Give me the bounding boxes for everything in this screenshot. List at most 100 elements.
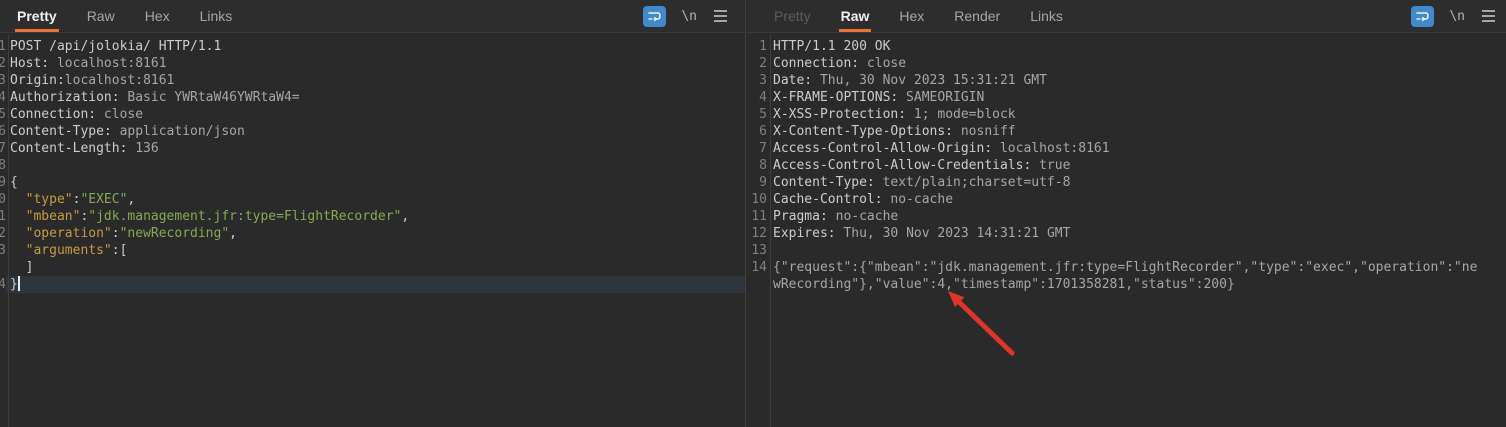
token: Basic YWRtaW46YWRtaW4= [120, 90, 300, 105]
token [10, 209, 26, 224]
code-line: 3Date: Thu, 30 Nov 2023 15:31:21 GMT [747, 72, 1506, 89]
tab-hex[interactable]: Hex [143, 0, 172, 32]
line-number: 5 [747, 106, 767, 123]
line-text[interactable]: } [6, 276, 745, 293]
line-text[interactable]: "arguments":[ [6, 242, 745, 259]
line-text[interactable]: Content-Type: application/json [6, 123, 745, 140]
menu-icon[interactable] [1480, 8, 1497, 24]
token: "jdk.management.jfr:type=FlightRecorder" [88, 209, 401, 224]
text-caret [18, 276, 20, 291]
line-text[interactable]: "type":"EXEC", [6, 191, 745, 208]
code-line[interactable]: ] [0, 259, 745, 276]
line-text: Date: Thu, 30 Nov 2023 15:31:21 GMT [767, 72, 1506, 89]
code-line: 9Content-Type: text/plain;charset=utf-8 [747, 174, 1506, 191]
line-number: 9 [747, 174, 767, 191]
code-line: 6X-Content-Type-Options: nosniff [747, 123, 1506, 140]
code-line[interactable]: 7Content-Length: 136 [0, 140, 745, 157]
code-line[interactable]: 14} [0, 276, 745, 293]
line-text: Pragma: no-cache [767, 208, 1506, 225]
line-text: Content-Type: text/plain;charset=utf-8 [767, 174, 1506, 191]
line-text[interactable]: Authorization: Basic YWRtaW46YWRtaW4= [6, 89, 745, 106]
line-text[interactable]: Origin:localhost:8161 [6, 72, 745, 89]
line-text: HTTP/1.1 200 OK [767, 38, 1506, 55]
tab-links[interactable]: Links [1028, 0, 1065, 32]
token: :[ [112, 243, 128, 258]
line-text: Expires: Thu, 30 Nov 2023 14:31:21 GMT [767, 225, 1506, 242]
response-editor[interactable]: 1HTTP/1.1 200 OK2Connection: close3Date:… [747, 34, 1506, 427]
code-line[interactable]: 11 "mbean":"jdk.management.jfr:type=Flig… [0, 208, 745, 225]
token: X-XSS-Protection: [773, 107, 906, 122]
request-panel: Pretty Raw Hex Links \n 1POST /api/jolokia/… [0, 0, 746, 427]
token: POST /api/jolokia/ HTTP/1.1 [10, 39, 221, 54]
code-line[interactable]: 12 "operation":"newRecording", [0, 225, 745, 242]
token: Content-Type: [773, 175, 875, 190]
response-editor-toolbar: \n [1411, 0, 1497, 32]
line-number: 8 [747, 157, 767, 174]
token: localhost:8161 [65, 73, 175, 88]
token: Content-Type: [10, 124, 112, 139]
line-text[interactable]: ] [6, 259, 745, 276]
tab-pretty[interactable]: Pretty [15, 0, 59, 32]
code-line: 12Expires: Thu, 30 Nov 2023 14:31:21 GMT [747, 225, 1506, 242]
word-wrap-toggle-button[interactable] [1411, 6, 1434, 27]
code-line: 7Access-Control-Allow-Origin: localhost:… [747, 140, 1506, 157]
token: nosniff [953, 124, 1016, 139]
newline-toggle[interactable]: \n [681, 9, 697, 24]
line-text[interactable]: Content-Length: 136 [6, 140, 745, 157]
tab-links[interactable]: Links [198, 0, 235, 32]
line-text[interactable]: "mbean":"jdk.management.jfr:type=FlightR… [6, 208, 745, 225]
word-wrap-icon [647, 10, 662, 23]
request-editor[interactable]: 1POST /api/jolokia/ HTTP/1.12Host: local… [0, 34, 745, 427]
code-line[interactable]: 13 "arguments":[ [0, 242, 745, 259]
token: Date: [773, 73, 812, 88]
line-number: 1 [747, 38, 767, 55]
code-line[interactable]: 1POST /api/jolokia/ HTTP/1.1 [0, 38, 745, 55]
line-text: X-FRAME-OPTIONS: SAMEORIGIN [767, 89, 1506, 106]
line-number: 13 [747, 242, 767, 259]
code-line[interactable]: 3Origin:localhost:8161 [0, 72, 745, 89]
line-text[interactable]: "operation":"newRecording", [6, 225, 745, 242]
code-line: 10Cache-Control: no-cache [747, 191, 1506, 208]
token: {"request":{"mbean":"jdk.management.jfr:… [773, 260, 1477, 292]
line-number: 10 [747, 191, 767, 208]
line-text[interactable]: Connection: close [6, 106, 745, 123]
word-wrap-toggle-button[interactable] [643, 6, 666, 27]
line-number: 11 [747, 208, 767, 225]
token: Pragma: [773, 209, 828, 224]
code-line[interactable]: 9{ [0, 174, 745, 191]
code-line[interactable]: 4Authorization: Basic YWRtaW46YWRtaW4= [0, 89, 745, 106]
token: Connection: [10, 107, 96, 122]
token: "mbean" [26, 209, 81, 224]
code-line[interactable]: 2Host: localhost:8161 [0, 55, 745, 72]
token: no-cache [828, 209, 898, 224]
tab-raw[interactable]: Raw [85, 0, 117, 32]
code-line[interactable]: 8 [0, 157, 745, 174]
tab-raw[interactable]: Raw [839, 0, 872, 32]
code-line[interactable]: 6Content-Type: application/json [0, 123, 745, 140]
line-number: 6 [747, 123, 767, 140]
code-line: 1HTTP/1.1 200 OK [747, 38, 1506, 55]
menu-icon[interactable] [712, 8, 729, 24]
line-text[interactable]: POST /api/jolokia/ HTTP/1.1 [6, 38, 745, 55]
code-line[interactable]: 10 "type":"EXEC", [0, 191, 745, 208]
line-text: Connection: close [767, 55, 1506, 72]
token: 1; mode=block [906, 107, 1016, 122]
token [10, 243, 26, 258]
token: "newRecording" [120, 226, 230, 241]
tab-render[interactable]: Render [952, 0, 1002, 32]
gutter-divider [770, 34, 771, 427]
line-number: 12 [747, 225, 767, 242]
token: SAMEORIGIN [898, 90, 984, 105]
word-wrap-icon [1415, 10, 1430, 23]
newline-toggle[interactable]: \n [1449, 9, 1465, 24]
token: text/plain;charset=utf-8 [875, 175, 1071, 190]
line-text: {"request":{"mbean":"jdk.management.jfr:… [767, 259, 1479, 293]
line-text[interactable]: { [6, 174, 745, 191]
tab-hex[interactable]: Hex [897, 0, 926, 32]
token: ] [10, 260, 33, 275]
token: no-cache [883, 192, 953, 207]
token [10, 226, 26, 241]
line-text[interactable]: Host: localhost:8161 [6, 55, 745, 72]
code-line[interactable]: 5Connection: close [0, 106, 745, 123]
line-text: Access-Control-Allow-Credentials: true [767, 157, 1506, 174]
